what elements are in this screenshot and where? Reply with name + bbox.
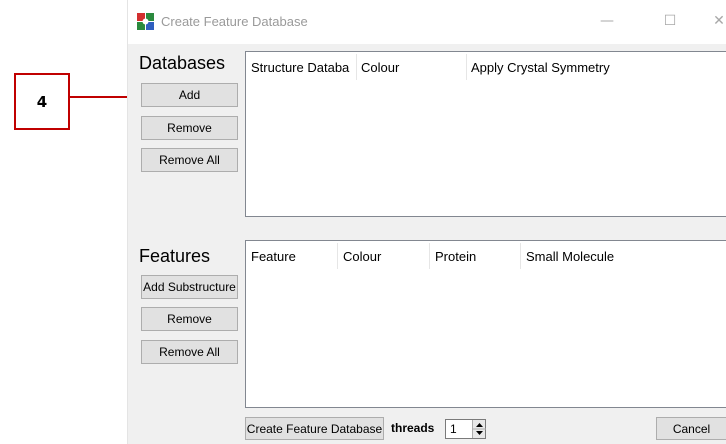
cancel-button[interactable]: Cancel [656,417,726,440]
remove-all-databases-button[interactable]: Remove All [141,148,238,172]
databases-table[interactable]: Structure Databa Colour Apply Crystal Sy… [245,51,726,217]
remove-all-features-button[interactable]: Remove All [141,340,238,364]
column-header-apply-crystal-symmetry[interactable]: Apply Crystal Symmetry [471,60,610,75]
threads-label: threads [391,421,435,435]
add-substructure-button[interactable]: Add Substructure [141,275,238,299]
threads-value[interactable]: 1 [450,422,457,436]
app-icon [137,13,154,30]
column-header-colour[interactable]: Colour [343,249,381,264]
title-bar: Create Feature Database — ☐ ✕ [128,0,726,44]
column-header-feature[interactable]: Feature [251,249,296,264]
threads-stepper[interactable] [472,420,486,438]
column-separator [520,243,521,269]
threads-spinbox[interactable]: 1 [445,419,486,439]
column-header-small-molecule[interactable]: Small Molecule [526,249,614,264]
column-separator [429,243,430,269]
create-feature-database-button[interactable]: Create Feature Database [245,417,384,440]
add-database-button[interactable]: Add [141,83,238,107]
column-header-colour[interactable]: Colour [359,60,400,75]
create-feature-database-window: Create Feature Database — ☐ ✕ Databases … [127,0,726,444]
column-header-structure-database[interactable]: Structure Databa [251,60,349,75]
step-callout-badge: 4 [14,73,70,130]
remove-database-button[interactable]: Remove [141,116,238,140]
window-title: Create Feature Database [161,14,308,29]
features-label: Features [139,246,211,266]
column-header-protein[interactable]: Protein [435,249,476,264]
close-icon[interactable]: ✕ [706,10,726,32]
column-separator [337,243,338,269]
minimize-icon[interactable]: — [594,10,620,32]
step-number: 4 [36,92,48,111]
databases-label: Databases [139,53,226,73]
stepper-arrows-icon[interactable] [473,420,486,438]
maximize-icon[interactable]: ☐ [657,10,683,32]
remove-feature-button[interactable]: Remove [141,307,238,331]
column-separator [356,54,357,80]
column-separator [466,54,467,80]
features-table[interactable]: Feature Colour Protein Small Molecule [245,240,726,408]
